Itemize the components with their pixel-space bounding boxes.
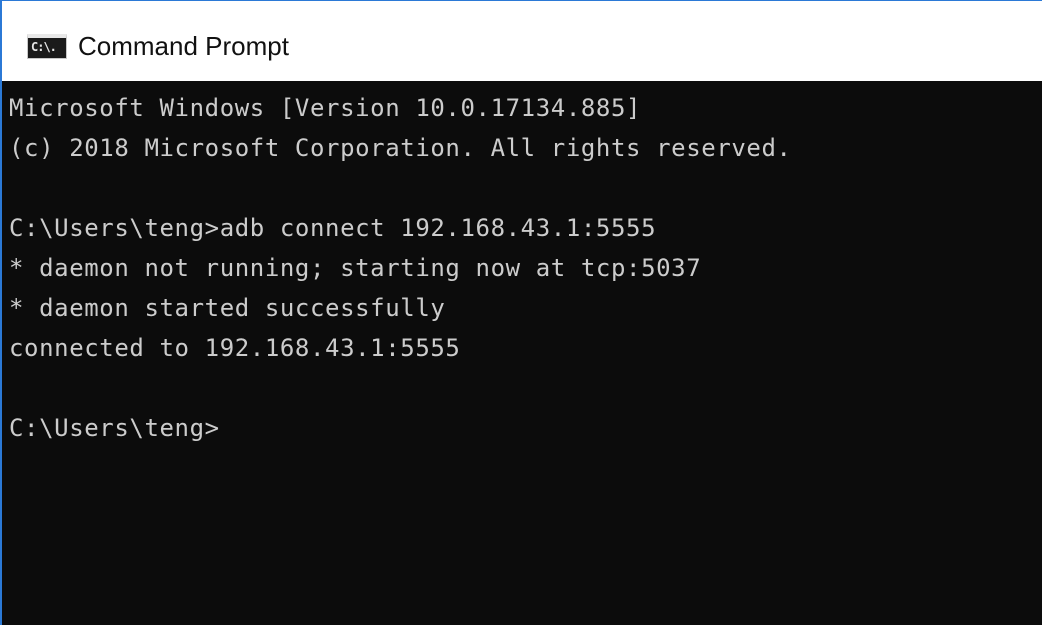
cmd-icon[interactable]: C:\. xyxy=(27,34,67,59)
title-bar[interactable]: C:\. Command Prompt xyxy=(2,1,1042,81)
console-line: (c) 2018 Microsoft Corporation. All righ… xyxy=(9,134,792,162)
console-output[interactable]: Microsoft Windows [Version 10.0.17134.88… xyxy=(2,81,1042,625)
command-prompt-window: C:\. Command Prompt Microsoft Windows [V… xyxy=(0,0,1042,625)
console-line: * daemon started successfully xyxy=(9,294,446,322)
console-line: connected to 192.168.43.1:5555 xyxy=(9,334,461,362)
window-title: Command Prompt xyxy=(78,31,289,61)
console-line: * daemon not running; starting now at tc… xyxy=(9,254,702,282)
console-line: C:\Users\teng>adb connect 192.168.43.1:5… xyxy=(9,214,657,242)
command-prompt-line[interactable]: C:\Users\teng> xyxy=(9,408,1042,448)
console-line: Microsoft Windows [Version 10.0.17134.88… xyxy=(9,94,642,122)
cmd-icon-glyph: C:\. xyxy=(31,40,57,54)
